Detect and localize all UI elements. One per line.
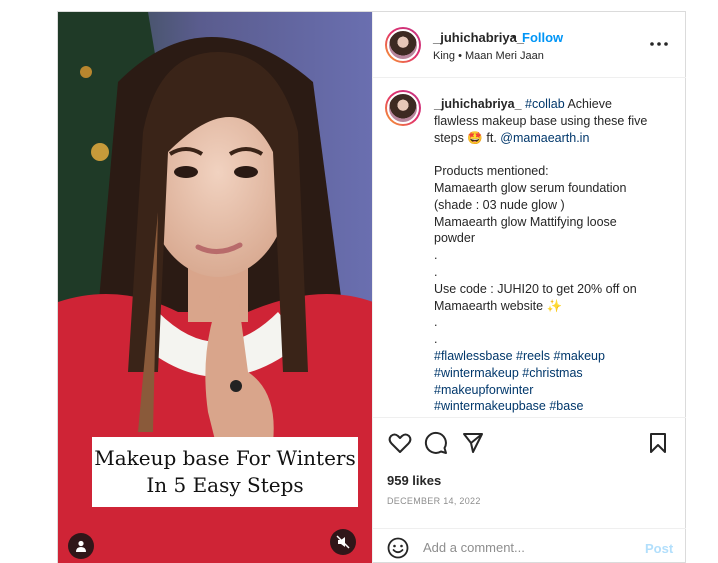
overlay-line-2: In 5 Easy Steps [146,473,304,497]
caption-dot-2: . [434,264,438,279]
likes-count[interactable]: 959 likes [387,473,441,488]
caption-line-10: Mamaearth website ✨ [434,298,563,313]
header-separator: • [512,29,517,44]
bookmark-icon [650,433,666,453]
post-side-panel: _juhichabriya_ • Follow King • Maan Meri… [372,12,686,563]
caption-line-3: steps 🤩 ft. [434,130,501,145]
hashtags-line-3[interactable]: #makeupforwinter [434,382,679,399]
audio-track-link[interactable]: King • Maan Meri Jaan [433,50,544,62]
comment-button[interactable] [423,430,449,456]
overlay-line-1: Makeup base For Winters [94,446,356,470]
collab-hashtag[interactable]: #collab [525,97,565,111]
post-media[interactable]: Makeup base For Winters In 5 Easy Steps [58,12,372,563]
caption-line-7: Mamaearth glow Mattifying loose [434,214,617,229]
more-options-button[interactable] [649,34,669,54]
comment-icon [424,431,447,454]
user-icon [76,540,86,552]
caption-username[interactable]: _juhichabriya_ [434,97,522,111]
post-comment-button[interactable]: Post [645,541,673,556]
post-date[interactable]: DECEMBER 14, 2022 [387,496,481,506]
caption-line-4: Products mentioned: [434,164,549,179]
comment-input[interactable]: Add a comment... [423,540,633,555]
caption-line-9: Use code : JUHI20 to get 20% off on [434,281,637,296]
caption-section: _juhichabriya_ #collab Achieve flawless … [373,79,686,417]
mention-link[interactable]: @mamaearth.in [500,131,589,145]
speaker-muted-icon [336,535,350,549]
author-avatar[interactable] [385,27,421,63]
caption-dot-3: . [434,315,438,330]
like-button[interactable] [387,430,413,456]
caption-dot-4: . [434,332,438,347]
caption-line-8: powder [434,231,475,246]
caption-line-2: flawless makeup base using these five [434,113,648,128]
hashtags-line-1[interactable]: #flawlessbase #reels #makeup [434,348,679,365]
author-username[interactable]: _juhichabriya_ [433,30,524,45]
share-button[interactable] [460,430,486,456]
hashtags-line-4[interactable]: #wintermakeupbase #base [434,398,679,415]
caption-line-6: (shade : 03 nude glow ) [434,197,565,212]
post-header: _juhichabriya_ • Follow King • Maan Meri… [373,12,686,78]
caption-dot-1: . [434,248,438,263]
heart-icon [388,433,412,453]
video-text-overlay: Makeup base For Winters In 5 Easy Steps [92,437,358,507]
post-dialog: Makeup base For Winters In 5 Easy Steps … [57,11,686,563]
caption-text: _juhichabriya_ #collab Achieve flawless … [434,96,679,415]
mute-button[interactable] [330,529,356,555]
comment-composer: Add a comment... Post [373,528,686,563]
post-actions: 959 likes DECEMBER 14, 2022 Add a commen… [373,417,686,563]
save-button[interactable] [645,430,671,456]
caption-avatar[interactable] [385,90,421,126]
hashtags-line-2[interactable]: #wintermakeup #christmas [434,365,679,382]
follow-button[interactable]: Follow [522,30,563,45]
more-horizontal-icon [650,42,668,46]
caption-line-5: Mamaearth glow serum foundation [434,180,627,195]
tagged-users-button[interactable] [68,533,94,559]
send-icon [463,433,483,453]
caption-line-1: Achieve [564,97,612,111]
emoji-icon [387,537,409,559]
emoji-button[interactable] [385,535,411,561]
